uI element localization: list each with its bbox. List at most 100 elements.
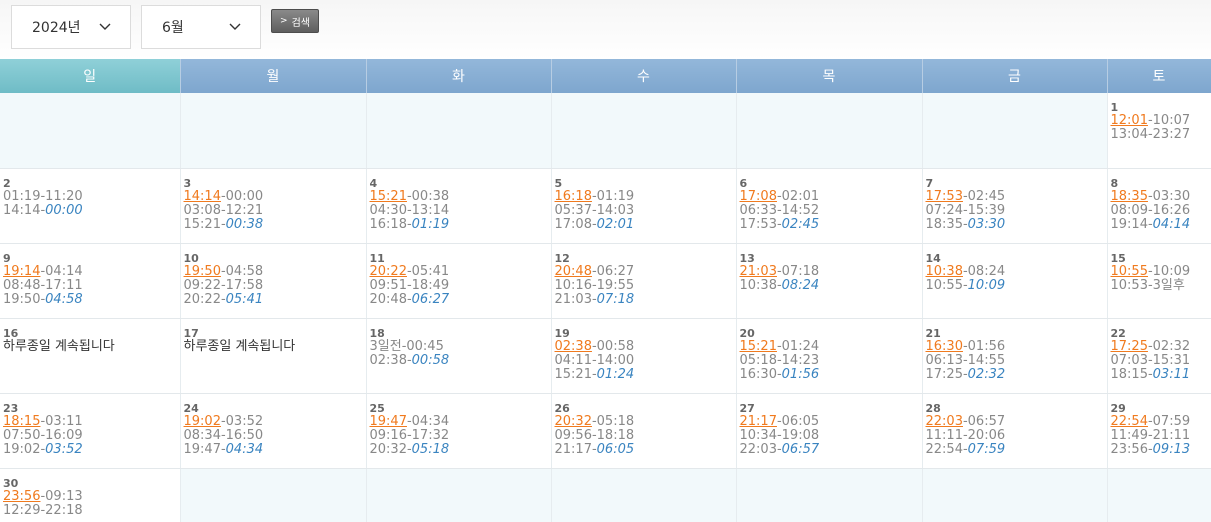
time-line: 09:51-18:49	[369, 277, 551, 293]
calendar-day-cell[interactable]: 19 02:38-00:58 04:11-14:00 15:21-01:24	[551, 318, 737, 394]
calendar-day-cell[interactable]: 3 14:14-00:00 03:08-12:21 15:21-00:38	[180, 168, 367, 244]
time-text: -01:56	[962, 338, 1006, 354]
calendar-day-cell[interactable]: 23 18:15-03:11 07:50-16:09 19:02-03:52	[0, 393, 181, 469]
calendar-day-cell[interactable]: 21 16:30-01:56 06:13-14:55 17:25-02:32	[922, 318, 1108, 394]
next-day-time: 00:38	[225, 216, 264, 232]
year-select[interactable]: 2024년	[11, 5, 131, 49]
time-line: 02:38-00:58	[370, 352, 551, 368]
calendar-cell-empty	[366, 468, 552, 522]
time-text: 15:21-	[554, 366, 597, 382]
time-text: -03:52	[220, 413, 264, 429]
time-text: 03:08-12:21	[183, 202, 264, 218]
calendar-day-cell[interactable]: 17 하루종일 계속됩니다	[180, 318, 367, 394]
time-line: 07:50-16:09	[3, 427, 179, 443]
calendar-day-cell[interactable]: 18 3일전-00:45 02:38-00:58	[366, 318, 552, 394]
calendar-cell-empty	[551, 93, 737, 169]
time-text: -07:18	[776, 263, 820, 279]
weekday-header-mon: 월	[180, 59, 367, 93]
time-text: 19:14-	[1110, 216, 1153, 232]
time-line: 11:49-21:11	[1111, 428, 1211, 443]
time-text: 05:18-14:23	[739, 352, 820, 368]
time-text: 09:16-17:32	[369, 427, 450, 443]
calendar-day-cell[interactable]: 6 17:08-02:01 06:33-14:52 17:53-02:45	[736, 168, 923, 244]
calendar-day-cell[interactable]: 22 17:25-02:32 07:03-15:31 18:15-03:11	[1107, 318, 1211, 394]
time-line: 15:21-01:24	[740, 339, 922, 354]
time-text: -05:18	[591, 413, 635, 429]
time-text: 19:02-	[3, 441, 46, 457]
next-day-time: 03:11	[1152, 366, 1191, 382]
calendar-day-cell[interactable]: 24 19:02-03:52 08:34-16:50 19:47-04:34	[180, 393, 367, 469]
next-day-time: 04:34	[225, 441, 264, 457]
next-day-time: 00:58	[411, 352, 450, 368]
next-day-time: 04:58	[45, 291, 83, 307]
time-text: 22:03-	[739, 441, 782, 457]
calendar-day-cell[interactable]: 26 20:32-05:18 09:56-18:18 21:17-06:05	[551, 393, 737, 469]
month-select[interactable]: 6월	[141, 5, 261, 49]
time-line: 07:03-15:31	[1110, 352, 1211, 368]
calendar-day-cell[interactable]: 5 16:18-01:19 05:37-14:03 17:08-02:01	[551, 168, 737, 244]
calendar-day-cell[interactable]: 11 20:22-05:41 09:51-18:49 20:48-06:27	[366, 243, 552, 319]
time-text: -04:58	[220, 263, 264, 279]
calendar-week-row: 23 18:15-03:11 07:50-16:09 19:02-03:52 24 19:…	[0, 393, 1211, 469]
calendar-day-cell[interactable]: 1 12:01-10:07 13:04-23:27	[1107, 93, 1211, 169]
time-text: -10:09	[1147, 263, 1191, 279]
time-text: 07:50-16:09	[3, 427, 83, 443]
calendar-day-cell[interactable]: 7 17:53-02:45 07:24-15:39 18:35-03:30	[922, 168, 1108, 244]
time-line: 14:14-00:00	[184, 189, 366, 204]
next-day-time: 05:41	[225, 291, 264, 307]
time-line: 19:14-04:14	[3, 264, 179, 279]
time-line: 하루종일 계속됩니다	[183, 338, 366, 354]
calendar-day-cell[interactable]: 14 10:38-08:24 10:55-10:09	[922, 243, 1108, 319]
calendar-day-cell[interactable]: 9 19:14-04:14 08:48-17:11 19:50-04:58	[0, 243, 181, 319]
time-line: 13:04-23:27	[1111, 128, 1211, 142]
highlight-time: 22:03	[925, 413, 963, 429]
next-day-time: 09:13	[1152, 441, 1191, 457]
calendar-day-cell[interactable]: 12 20:48-06:27 10:16-19:55 21:03-07:18	[551, 243, 737, 319]
next-day-time: 03:52	[45, 441, 83, 457]
calendar-day-cell[interactable]: 15 10:55-10:09 10:53-3일후	[1107, 243, 1211, 319]
next-day-time: 04:14	[1152, 216, 1191, 232]
time-text: 10:53-3일후	[1110, 277, 1185, 293]
time-text: 09:51-18:49	[369, 277, 450, 293]
next-day-time: 07:18	[596, 291, 635, 307]
time-text: -06:27	[591, 263, 635, 279]
time-text: -02:32	[1147, 338, 1191, 354]
search-button[interactable]: > 검색	[271, 9, 319, 33]
time-line: 20:48-06:27	[370, 292, 551, 307]
time-text: 01:19-11:20	[3, 188, 83, 204]
time-line: 21:17-06:05	[740, 414, 922, 429]
time-text: 06:33-14:52	[739, 202, 820, 218]
calendar-day-cell[interactable]: 16 하루종일 계속됩니다	[0, 318, 181, 394]
calendar-day-cell[interactable]: 10 19:50-04:58 09:22-17:58 20:22-05:41	[180, 243, 367, 319]
calendar-day-cell[interactable]: 25 19:47-04:34 09:16-17:32 20:32-05:18	[366, 393, 552, 469]
calendar-day-cell[interactable]: 29 22:54-07:59 11:49-21:11 23:56-09:13	[1107, 393, 1211, 469]
time-line: 04:30-13:14	[370, 203, 551, 218]
time-line: 15:21-00:38	[184, 216, 366, 232]
calendar-day-cell[interactable]: 2 01:19-11:20 14:14-00:00	[0, 168, 181, 244]
time-line: 23:56-09:13	[1111, 441, 1211, 457]
calendar-day-cell[interactable]: 20 15:21-01:24 05:18-14:23 16:30-01:56	[736, 318, 923, 394]
calendar-week-row: 2 01:19-11:20 14:14-00:00 3 14:14-00:00 03:08…	[0, 168, 1211, 244]
calendar-day-cell[interactable]: 13 21:03-07:18 10:38-08:24	[736, 243, 923, 319]
calendar-day-cell[interactable]: 8 18:35-03:30 08:09-16:26 19:14-04:14	[1107, 168, 1211, 244]
time-text: -00:38	[406, 188, 450, 204]
calendar-body: 1 12:01-10:07 13:04-23:27 2 01:19-11:20 14:14…	[0, 93, 1211, 522]
time-line: 19:47-04:34	[184, 441, 366, 457]
time-text: 07:24-15:39	[925, 202, 1006, 218]
calendar-day-cell[interactable]: 27 21:17-06:05 10:34-19:08 22:03-06:57	[736, 393, 923, 469]
time-text: 07:03-15:31	[1110, 352, 1191, 368]
calendar-week-row: 9 19:14-04:14 08:48-17:11 19:50-04:58 10 19:5…	[0, 243, 1211, 319]
calendar-day-cell[interactable]: 4 15:21-00:38 04:30-13:14 16:18-01:19	[366, 168, 552, 244]
time-text: 08:48-17:11	[3, 277, 83, 293]
calendar-cell-empty	[180, 468, 367, 522]
calendar-day-cell[interactable]: 30 23:56-09:13 12:29-22:18	[0, 468, 181, 522]
calendar-week-row: 16 하루종일 계속됩니다 17 하루종일 계속됩니다 18 3일전-00:45 02:38…	[0, 318, 1211, 394]
time-text: 10:16-19:55	[554, 277, 635, 293]
highlight-time: 20:32	[554, 413, 592, 429]
highlight-time: 22:54	[1110, 413, 1148, 429]
time-line: 09:16-17:32	[369, 427, 551, 443]
time-text: 10:38-	[739, 277, 782, 293]
time-text: 17:08-	[554, 216, 597, 232]
calendar-day-cell[interactable]: 28 22:03-06:57 11:11-20:06 22:54-07:59	[922, 393, 1108, 469]
all-day-text: 하루종일 계속됩니다	[183, 338, 296, 354]
